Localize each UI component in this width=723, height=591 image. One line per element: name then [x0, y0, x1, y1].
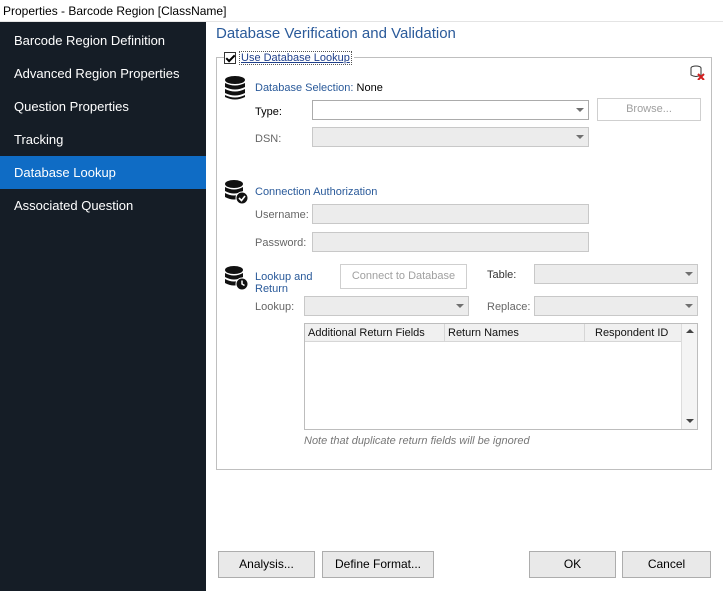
lookup-and-return-heading: Lookup and Return: [255, 271, 313, 295]
window-title: Properties - Barcode Region [ClassName]: [3, 4, 227, 18]
use-database-lookup-checkbox[interactable]: [224, 52, 236, 64]
sidebar-item-barcode-region-definition[interactable]: Barcode Region Definition: [0, 24, 206, 57]
database-lookup-group: Use Database Lookup Database Selection: …: [216, 50, 712, 470]
define-format-button[interactable]: Define Format...: [322, 551, 434, 578]
database-selection-heading: Database Selection: None: [255, 82, 383, 94]
cancel-button[interactable]: Cancel: [622, 551, 711, 578]
sidebar-item-question-properties[interactable]: Question Properties: [0, 90, 206, 123]
chevron-down-icon[interactable]: [572, 128, 588, 146]
scroll-up-icon[interactable]: [682, 324, 698, 340]
database-icon: [225, 76, 245, 100]
password-label: Password:: [255, 237, 307, 249]
replace-label: Replace:: [487, 301, 531, 313]
title-bar: Properties - Barcode Region [ClassName]: [0, 0, 723, 22]
table-label: Table:: [487, 269, 517, 281]
replace-dropdown[interactable]: [534, 296, 698, 316]
vertical-scrollbar[interactable]: [681, 324, 697, 429]
table-header: Additional Return Fields Return Names Re…: [305, 324, 682, 342]
dsn-dropdown[interactable]: [312, 127, 589, 147]
username-label: Username:: [255, 209, 309, 221]
database-selection-label: Database Selection:: [255, 82, 354, 94]
lookup-and-return-line2: Return: [255, 283, 289, 295]
return-fields-table[interactable]: Additional Return Fields Return Names Re…: [304, 323, 698, 430]
table-dropdown[interactable]: [534, 264, 698, 284]
column-additional-return-fields[interactable]: Additional Return Fields: [305, 324, 445, 342]
clear-database-icon[interactable]: [689, 64, 705, 80]
sidebar-item-advanced-region-properties[interactable]: Advanced Region Properties: [0, 57, 206, 90]
connection-authorization-heading: Connection Authorization: [255, 186, 378, 198]
lookup-dropdown[interactable]: [304, 296, 469, 316]
lookup-and-return-line1: Lookup and: [255, 271, 313, 283]
scroll-down-icon[interactable]: [682, 413, 698, 429]
lookup-label: Lookup:: [255, 301, 295, 313]
use-database-lookup-row[interactable]: Use Database Lookup: [224, 50, 354, 66]
chevron-down-icon[interactable]: [681, 297, 697, 315]
sidebar-item-database-lookup[interactable]: Database Lookup: [0, 156, 206, 189]
chevron-down-icon[interactable]: [681, 265, 697, 283]
type-dropdown[interactable]: [312, 100, 589, 120]
sidebar-item-associated-question[interactable]: Associated Question: [0, 189, 206, 222]
column-respondent-id[interactable]: Respondent ID: [585, 324, 682, 342]
browse-button[interactable]: Browse...: [597, 98, 701, 121]
connect-to-database-button[interactable]: Connect to Database: [340, 264, 467, 289]
database-check-icon: [225, 180, 249, 205]
column-return-names[interactable]: Return Names: [445, 324, 585, 342]
database-lookup-icon: [225, 266, 249, 291]
duplicate-fields-note: Note that duplicate return fields will b…: [304, 435, 530, 447]
main-panel: Database Verification and Validation Use…: [206, 22, 723, 591]
database-selection-value: None: [356, 82, 383, 94]
ok-button[interactable]: OK: [529, 551, 616, 578]
chevron-down-icon[interactable]: [572, 101, 588, 119]
analysis-button[interactable]: Analysis...: [218, 551, 315, 578]
dsn-label: DSN:: [255, 133, 282, 145]
sidebar: Barcode Region Definition Advanced Regio…: [0, 22, 206, 591]
chevron-down-icon[interactable]: [452, 297, 468, 315]
password-field[interactable]: [312, 232, 589, 252]
type-label: Type:: [255, 106, 282, 118]
username-field[interactable]: [312, 204, 589, 224]
sidebar-item-tracking[interactable]: Tracking: [0, 123, 206, 156]
page-title: Database Verification and Validation: [216, 25, 456, 42]
use-database-lookup-label[interactable]: Use Database Lookup: [239, 51, 352, 65]
